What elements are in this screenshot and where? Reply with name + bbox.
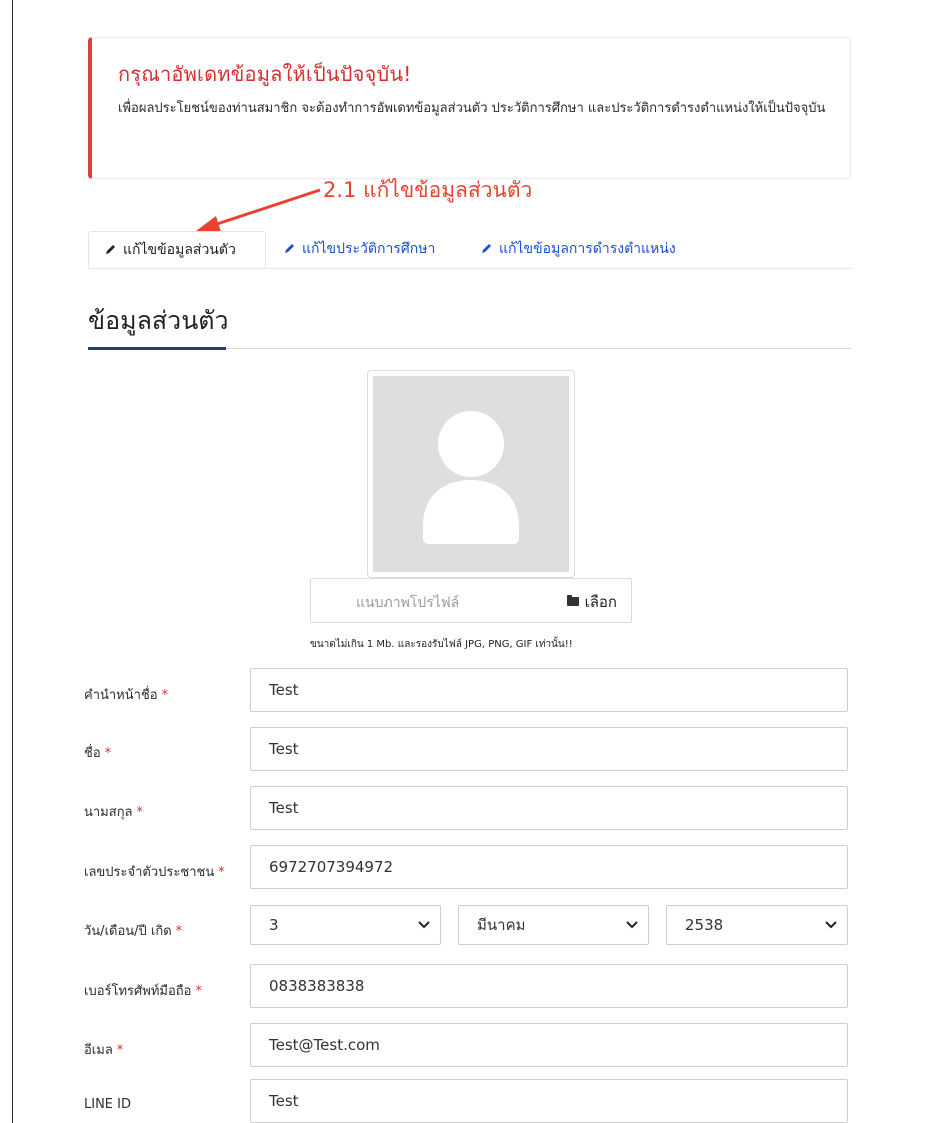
tab-edit-education[interactable]: แก้ไขประวัติการศึกษา bbox=[284, 231, 435, 267]
birth-day-value: 3 bbox=[269, 916, 279, 934]
label-line-id: LINE ID bbox=[84, 1097, 131, 1112]
avatar-placeholder bbox=[373, 376, 569, 572]
tab-label: แก้ไขข้อมูลการดำรงตำแหน่ง bbox=[499, 241, 676, 257]
chevron-down-icon bbox=[626, 921, 638, 929]
section-title: ข้อมูลส่วนตัว bbox=[88, 306, 229, 335]
birth-month-select[interactable]: มีนาคม bbox=[458, 905, 649, 945]
choose-file-label: เลือก bbox=[584, 593, 617, 611]
national-id-input[interactable]: 6972707394972 bbox=[250, 845, 848, 889]
birth-year-value: 2538 bbox=[685, 916, 724, 934]
choose-file-button[interactable]: เลือก bbox=[566, 590, 617, 614]
birth-month-value: มีนาคม bbox=[477, 916, 526, 934]
pencil-icon bbox=[285, 244, 294, 253]
annotation-arrow-icon bbox=[196, 188, 321, 232]
chevron-down-icon bbox=[825, 921, 837, 929]
birth-year-select[interactable]: 2538 bbox=[666, 905, 848, 945]
chevron-down-icon bbox=[418, 921, 430, 929]
last-name-input[interactable]: Test bbox=[250, 786, 848, 830]
email-input[interactable]: Test@Test.com bbox=[250, 1023, 848, 1067]
annotation-label: 2.1 แก้ไขข้อมูลส่วนตัว bbox=[323, 178, 533, 202]
profile-photo-upload[interactable]: แนบภาพโปรไฟล์ เลือก bbox=[310, 578, 632, 623]
line-id-input[interactable]: Test bbox=[250, 1079, 848, 1123]
tab-edit-positions[interactable]: แก้ไขข้อมูลการดำรงตำแหน่ง bbox=[481, 231, 676, 267]
tab-label: แก้ไขข้อมูลส่วนตัว bbox=[123, 242, 236, 258]
upload-hint: ขนาดไม่เกิน 1 Mb. และรองรับไฟล์ JPG, PNG… bbox=[310, 639, 573, 650]
mobile-input[interactable]: 0838383838 bbox=[250, 964, 848, 1008]
first-name-input[interactable]: Test bbox=[250, 727, 848, 771]
label-first-name: ชื่อ * bbox=[84, 746, 112, 761]
label-email: อีเมล * bbox=[84, 1043, 124, 1058]
section-divider-accent bbox=[88, 347, 226, 350]
pencil-icon bbox=[482, 244, 491, 253]
tab-edit-personal[interactable]: แก้ไขข้อมูลส่วนตัว bbox=[88, 231, 266, 268]
label-mobile: เบอร์โทรศัพท์มือถือ * bbox=[84, 984, 202, 999]
birth-day-select[interactable]: 3 bbox=[250, 905, 441, 945]
upload-placeholder: แนบภาพโปรไฟล์ bbox=[356, 595, 460, 611]
profile-tabs: แก้ไขข้อมูลส่วนตัว แก้ไขประวัติการศึกษา … bbox=[88, 231, 851, 269]
pencil-icon bbox=[106, 245, 115, 254]
title-prefix-input[interactable]: Test bbox=[250, 668, 848, 712]
user-silhouette-icon bbox=[423, 411, 519, 544]
label-title-prefix: คำนำหน้าชื่อ * bbox=[84, 688, 169, 703]
label-national-id: เลขประจำตัวประชาชน * bbox=[84, 865, 225, 880]
label-last-name: นามสกุล * bbox=[84, 805, 144, 820]
tab-label: แก้ไขประวัติการศึกษา bbox=[302, 241, 436, 257]
label-birth-date: วัน/เดือน/ปี เกิด * bbox=[84, 924, 183, 939]
profile-photo-frame bbox=[367, 370, 575, 578]
folder-icon bbox=[566, 595, 579, 606]
